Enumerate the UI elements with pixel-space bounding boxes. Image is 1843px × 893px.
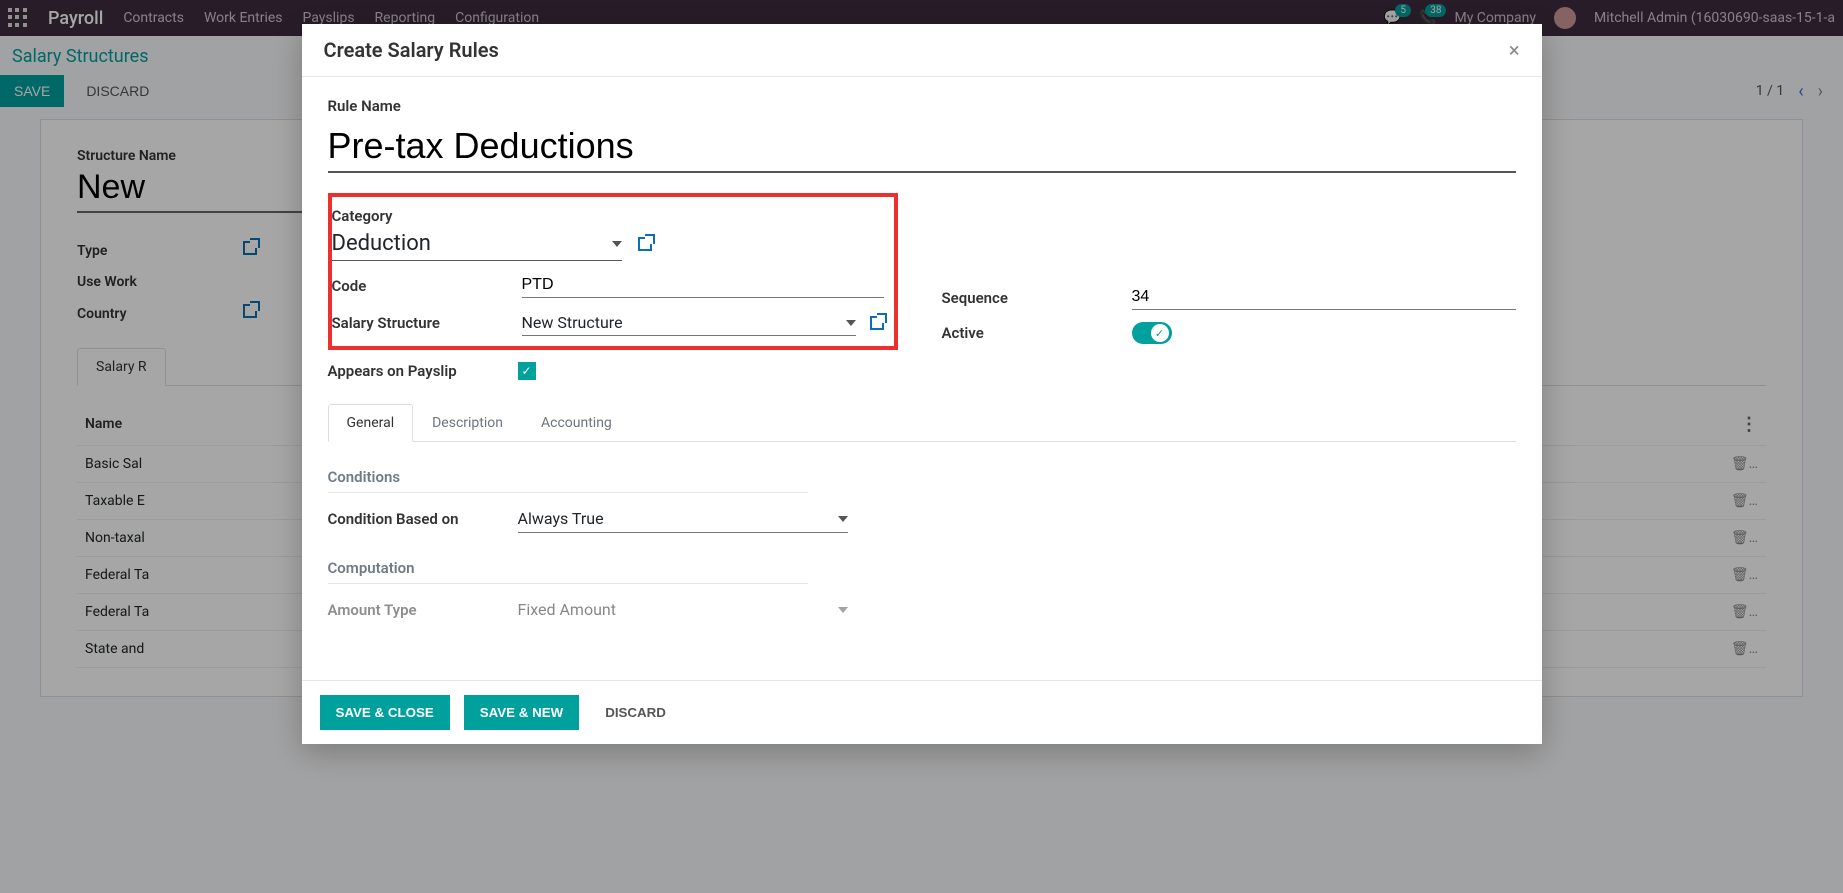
category-select[interactable]: Deduction <box>332 227 622 261</box>
caret-down-icon <box>838 516 848 522</box>
computation-section: Computation <box>328 559 808 584</box>
modal-discard-button[interactable]: DISCARD <box>593 695 678 730</box>
caret-down-icon <box>838 607 848 613</box>
condition-based-value: Always True <box>518 509 604 528</box>
amount-type-label: Amount Type <box>328 601 508 619</box>
condition-based-select[interactable]: Always True <box>518 505 848 533</box>
sequence-input[interactable] <box>1132 285 1516 310</box>
salary-structure-value: New Structure <box>522 313 623 332</box>
sequence-label: Sequence <box>942 289 1122 307</box>
code-label: Code <box>332 277 512 295</box>
save-and-new-button[interactable]: SAVE & NEW <box>464 695 579 730</box>
active-label: Active <box>942 324 1122 342</box>
caret-down-icon <box>846 320 856 326</box>
code-input[interactable] <box>522 273 884 298</box>
close-icon[interactable]: × <box>1509 38 1520 62</box>
tab-description[interactable]: Description <box>413 404 522 442</box>
rule-name-label: Rule Name <box>328 97 1516 115</box>
condition-based-label: Condition Based on <box>328 510 508 528</box>
salary-structure-label: Salary Structure <box>332 314 512 332</box>
salary-structure-select[interactable]: New Structure <box>522 310 856 336</box>
tab-general[interactable]: General <box>328 404 414 442</box>
modal-title: Create Salary Rules <box>324 38 499 62</box>
rule-name-input[interactable] <box>328 119 1516 173</box>
conditions-section: Conditions <box>328 468 808 493</box>
highlight-box: Category Deduction Code <box>328 193 898 350</box>
modal-overlay: Create Salary Rules × Rule Name Category… <box>0 0 1843 893</box>
caret-down-icon <box>612 241 622 247</box>
category-label: Category <box>332 207 884 225</box>
appears-checkbox[interactable]: ✓ <box>518 362 536 380</box>
active-toggle[interactable] <box>1132 322 1172 344</box>
external-link-icon[interactable] <box>638 237 652 251</box>
appears-label: Appears on Payslip <box>328 362 508 380</box>
external-link-icon[interactable] <box>870 316 884 330</box>
save-and-close-button[interactable]: SAVE & CLOSE <box>320 695 450 730</box>
category-value: Deduction <box>332 231 431 256</box>
tab-accounting[interactable]: Accounting <box>522 404 631 442</box>
create-salary-rules-modal: Create Salary Rules × Rule Name Category… <box>302 24 1542 744</box>
amount-type-value: Fixed Amount <box>518 600 616 619</box>
amount-type-select[interactable]: Fixed Amount <box>518 596 848 623</box>
